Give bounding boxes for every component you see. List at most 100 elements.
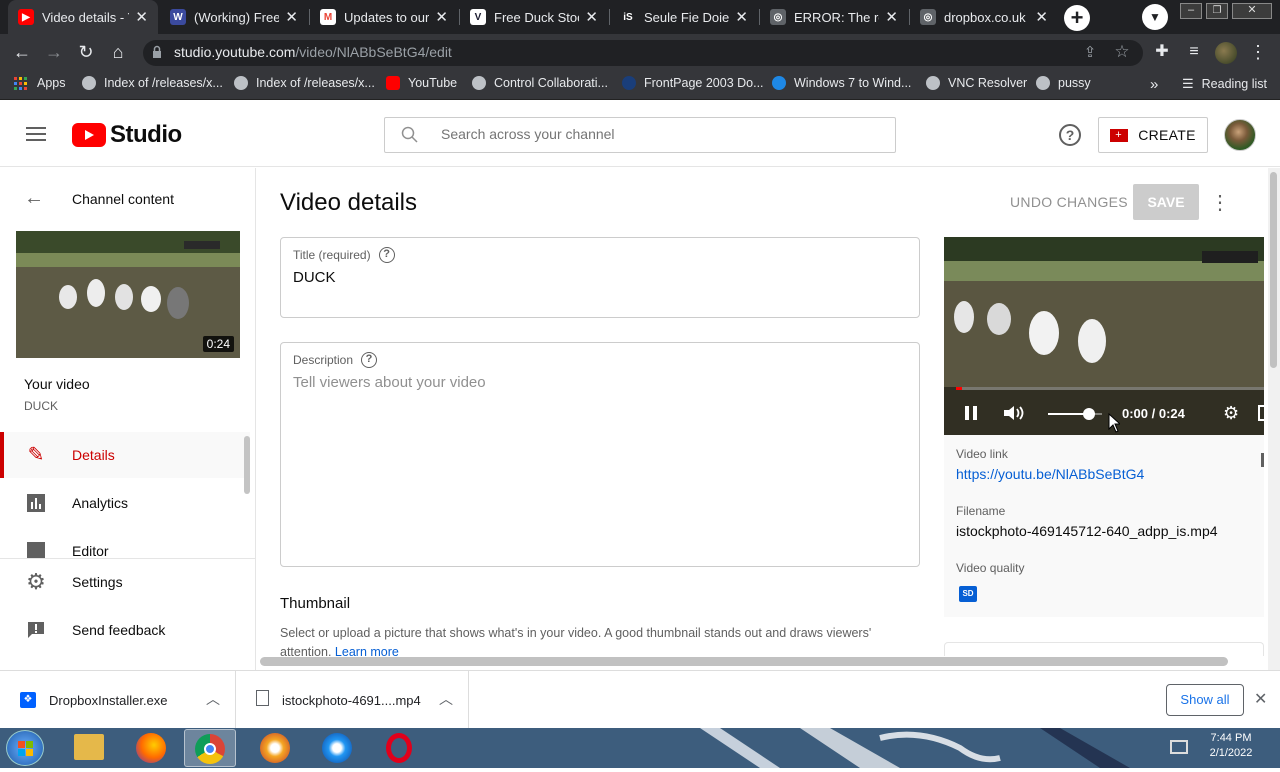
channel-content-link[interactable]: Channel content (72, 191, 174, 207)
bookmark-star-icon[interactable]: ☆ (1110, 40, 1134, 64)
chrome-taskbar-button[interactable] (184, 729, 236, 767)
sidebar-item-analytics[interactable]: Analytics (0, 480, 250, 526)
title-input[interactable]: DUCK (293, 269, 336, 286)
hamburger-menu-icon[interactable] (26, 126, 46, 142)
tab-error[interactable]: ◎ ERROR: The req ✕ (760, 0, 908, 34)
file-explorer-icon[interactable] (74, 734, 104, 760)
bookmark-youtube[interactable]: YouTube (386, 76, 457, 90)
tab-updates[interactable]: M Updates to our ✕ (310, 0, 458, 34)
close-tab-icon[interactable]: ✕ (285, 8, 298, 26)
help-icon[interactable]: ? (1059, 124, 1081, 146)
show-all-downloads-button[interactable]: Show all (1166, 684, 1244, 716)
minimize-icon[interactable]: – (1180, 3, 1202, 19)
download-item-dropbox[interactable]: ❖ DropboxInstaller.exe ︿ (0, 671, 236, 729)
title-field[interactable]: Title (required)? DUCK (280, 237, 920, 318)
thumbnail-description-line2: attention. Learn more (280, 645, 399, 657)
more-bookmarks-chevron-icon[interactable]: » (1150, 76, 1158, 93)
save-button[interactable]: SAVE (1133, 184, 1199, 220)
app-icon-1[interactable] (260, 733, 290, 763)
firefox-icon[interactable] (136, 733, 166, 763)
site-favicon-icon (622, 76, 636, 90)
taskbar-clock[interactable]: 7:44 PM 2/1/2022 (1196, 732, 1266, 759)
back-arrow-icon[interactable]: ← (10, 40, 34, 64)
youtube-logo-icon[interactable] (72, 123, 106, 147)
back-arrow-icon[interactable]: ← (24, 187, 44, 210)
volume-icon[interactable] (1002, 404, 1026, 422)
bookmark-vnc-resolver[interactable]: VNC Resolver (926, 76, 1027, 90)
description-input[interactable]: Tell viewers about your video (293, 374, 486, 391)
tab-video-details[interactable]: ▶ Video details - Y ✕ (8, 0, 158, 34)
download-chevron-up-icon[interactable]: ︿ (439, 689, 453, 709)
bookmark-apps[interactable]: Apps (14, 76, 66, 90)
bookmark-windows7[interactable]: Windows 7 to Wind... (772, 76, 911, 90)
copy-link-icon[interactable] (1261, 453, 1264, 467)
close-tab-icon[interactable]: ✕ (585, 8, 598, 26)
sidebar-item-send-feedback[interactable]: Send feedback (0, 607, 250, 653)
media-queue-icon[interactable]: ≡ (1182, 40, 1206, 64)
tab-working-free[interactable]: W (Working) Free V ✕ (160, 0, 308, 34)
restore-icon[interactable]: ❐ (1206, 3, 1228, 19)
chrome-menu-icon[interactable]: ⋮ (1246, 40, 1270, 64)
download-item-istockphoto[interactable]: istockphoto-4691....mp4 ︿ (237, 671, 469, 729)
video-thumbnail[interactable]: 0:24 (16, 231, 240, 358)
sidebar-scrollbar[interactable] (244, 436, 250, 494)
close-downloads-icon[interactable]: ✕ (1254, 689, 1267, 709)
bookmark-control-collaboration[interactable]: Control Collaborati... (472, 76, 608, 90)
sidebar-item-settings[interactable]: ⚙ Settings (0, 559, 250, 605)
site-favicon-icon (772, 76, 786, 90)
close-tab-icon[interactable]: ✕ (735, 8, 748, 26)
lock-icon (152, 45, 162, 59)
bookmark-index-releases-1[interactable]: Index of /releases/x... (82, 76, 223, 90)
pause-icon[interactable] (964, 405, 978, 421)
horizontal-scrollbar-thumb[interactable] (260, 657, 1228, 666)
network-icon[interactable] (1170, 740, 1188, 754)
more-options-icon[interactable]: ⋮ (1210, 190, 1230, 215)
tab-free-duck-stock[interactable]: V Free Duck Stock ✕ (460, 0, 608, 34)
url-path: /video/NlABbSeBtG4/edit (295, 44, 452, 60)
title-label: Title (required)? (293, 247, 395, 263)
player-settings-gear-icon[interactable]: ⚙ (1223, 403, 1239, 424)
download-chevron-up-icon[interactable]: ︿ (206, 689, 220, 709)
fullscreen-icon[interactable] (1258, 405, 1264, 421)
channel-search-box[interactable] (384, 117, 896, 153)
volume-knob[interactable] (1082, 408, 1095, 420)
forward-arrow-icon[interactable]: → (42, 40, 66, 64)
video-player[interactable]: 0:00 / 0:24 ⚙ (944, 237, 1264, 435)
sidebar-item-details[interactable]: ✎ Details (0, 432, 250, 478)
close-window-icon[interactable]: ✕ (1232, 3, 1272, 19)
close-tab-icon[interactable]: ✕ (435, 8, 448, 26)
reading-list-button[interactable]: ☰ Reading list (1182, 76, 1267, 92)
video-link[interactable]: https://youtu.be/NlABbSeBtG4 (956, 466, 1144, 482)
share-icon[interactable]: ⇪ (1078, 41, 1102, 65)
clock-date: 2/1/2022 (1209, 747, 1253, 759)
reload-icon[interactable]: ↻ (74, 40, 98, 64)
undo-changes-button[interactable]: UNDO CHANGES (1010, 194, 1128, 210)
opera-icon[interactable] (386, 733, 412, 763)
help-icon[interactable]: ? (361, 352, 378, 368)
tab-seule-fie[interactable]: iS Seule Fie Doies ✕ (610, 0, 758, 34)
account-avatar[interactable] (1224, 119, 1256, 151)
new-tab-icon[interactable]: + (1064, 5, 1090, 31)
sidebar-item-label: Analytics (72, 495, 129, 511)
close-tab-icon[interactable]: ✕ (885, 8, 898, 26)
learn-more-link[interactable]: Learn more (335, 645, 399, 657)
bookmark-index-releases-2[interactable]: Index of /releases/x... (234, 76, 375, 90)
profile-avatar-icon[interactable] (1215, 42, 1237, 64)
close-tab-icon[interactable]: ✕ (1035, 8, 1048, 26)
extensions-puzzle-icon[interactable]: ✚ (1150, 40, 1174, 64)
help-icon[interactable]: ? (378, 247, 395, 263)
bookmark-frontpage[interactable]: FrontPage 2003 Do... (622, 76, 764, 90)
home-icon[interactable]: ⌂ (106, 40, 130, 64)
volume-slider[interactable] (1048, 408, 1102, 420)
close-tab-icon[interactable]: ✕ (135, 8, 148, 26)
page-scrollbar-thumb[interactable] (1270, 172, 1277, 368)
create-button[interactable]: + CREATE (1098, 117, 1208, 153)
bookmark-pussy[interactable]: pussy (1036, 76, 1091, 90)
windows-start-icon[interactable] (6, 730, 44, 766)
tab-search-chevron-icon[interactable]: ▼ (1142, 4, 1168, 30)
search-input[interactable] (441, 126, 861, 142)
description-field[interactable]: Description? Tell viewers about your vid… (280, 342, 920, 567)
app-icon-2[interactable] (322, 733, 352, 763)
progress-bar[interactable] (956, 387, 1264, 390)
tab-dropbox[interactable]: ◎ dropbox.co.uk ✕ (910, 0, 1058, 34)
